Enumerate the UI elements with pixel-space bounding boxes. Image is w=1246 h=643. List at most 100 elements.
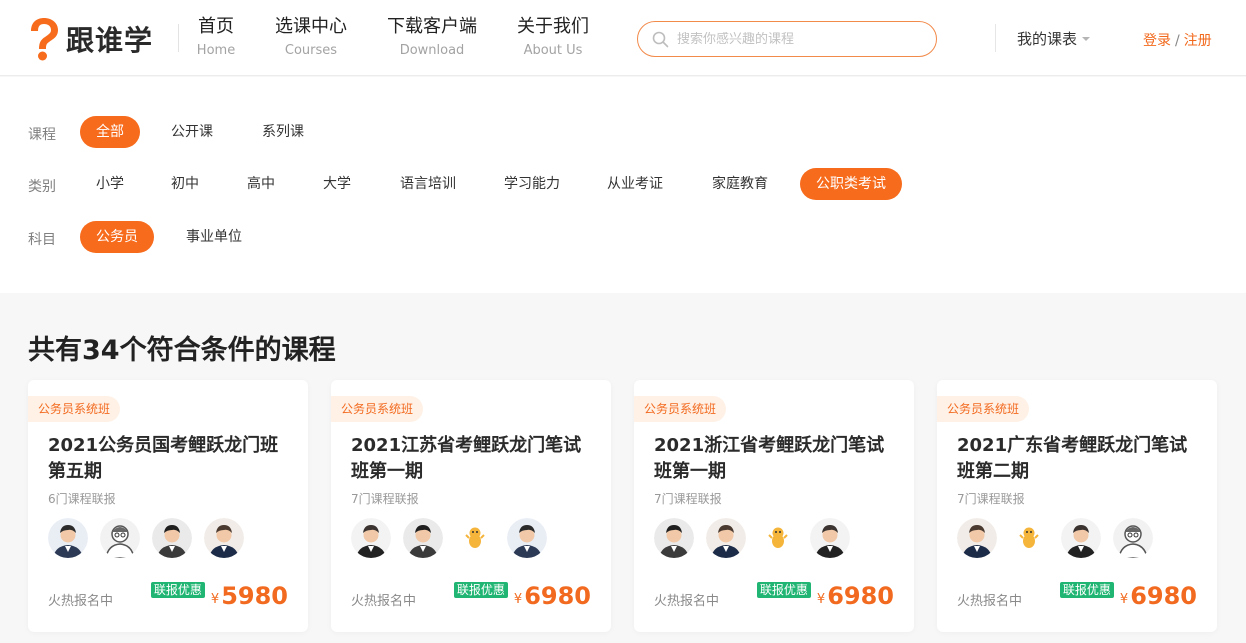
filter-option-civil-servant[interactable]: 公务员 <box>80 221 154 253</box>
filter-option-junior[interactable]: 初中 <box>155 168 215 200</box>
results-count-heading: 共有34个符合条件的课程 <box>28 328 336 367</box>
filter-option-senior[interactable]: 高中 <box>231 168 291 200</box>
filter-label: 类别 <box>28 176 56 196</box>
filter-option-university[interactable]: 大学 <box>307 168 367 200</box>
mascot-avatar[interactable] <box>455 518 495 558</box>
teacher-avatars <box>654 518 862 560</box>
search-input[interactable] <box>677 32 917 47</box>
header-divider <box>995 24 996 52</box>
teacher-avatars <box>48 518 256 560</box>
teacher-sketch-avatar[interactable] <box>100 518 140 558</box>
teacher-avatar[interactable] <box>152 518 192 558</box>
teacher-avatar[interactable] <box>507 518 547 558</box>
price-block: 联报优惠 ¥6980 <box>454 582 591 610</box>
filter-label: 课程 <box>28 124 56 144</box>
nav-label-cn: 下载客户端 <box>372 16 492 38</box>
teacher-avatar[interactable] <box>957 518 997 558</box>
course-card[interactable]: 公务员系统班 2021浙江省考鲤跃龙门笔试班第一期 7门课程联报火热报名中 联报优惠 ¥… <box>634 380 914 632</box>
filter-row-course: 课程 全部 公开课 系列课 <box>0 116 1246 150</box>
price-block: 联报优惠 ¥5980 <box>151 582 288 610</box>
search-icon[interactable] <box>652 31 669 48</box>
teacher-avatar[interactable] <box>654 518 694 558</box>
currency-symbol: ¥ <box>1120 592 1128 607</box>
my-schedule-dropdown[interactable]: 我的课表 <box>1017 28 1090 49</box>
teacher-avatar[interactable] <box>810 518 850 558</box>
course-price: 5980 <box>221 582 288 610</box>
teacher-avatars <box>351 518 559 560</box>
bundle-discount-badge: 联报优惠 <box>151 582 205 598</box>
bundle-discount-badge: 联报优惠 <box>454 582 508 598</box>
course-subtitle: 7门课程联报 <box>654 490 722 507</box>
filter-option-family[interactable]: 家庭教育 <box>696 168 784 200</box>
course-price: 6980 <box>1130 582 1197 610</box>
course-subtitle: 7门课程联报 <box>957 490 1025 507</box>
register-link[interactable]: 注册 <box>1184 33 1212 49</box>
nav-label-cn: 关于我们 <box>493 16 613 38</box>
course-price: 6980 <box>827 582 894 610</box>
course-tag: 公务员系统班 <box>937 396 1029 422</box>
currency-symbol: ¥ <box>211 592 219 607</box>
login-link[interactable]: 登录 <box>1143 33 1171 49</box>
course-subtitle: 6门课程联报 <box>48 490 116 507</box>
question-mark-logo-icon <box>26 17 62 61</box>
filter-option-certification[interactable]: 从业考证 <box>591 168 679 200</box>
filter-option-learning[interactable]: 学习能力 <box>488 168 576 200</box>
nav-label-cn: 选课中心 <box>251 16 371 38</box>
top-header: 跟谁学 首页 Home 选课中心 Courses 下载客户端 Download … <box>0 0 1246 76</box>
my-schedule-label: 我的课表 <box>1017 28 1077 49</box>
course-price: 6980 <box>524 582 591 610</box>
filter-option-all[interactable]: 全部 <box>80 116 140 148</box>
filter-option-series[interactable]: 系列课 <box>246 116 320 148</box>
nav-download[interactable]: 下载客户端 Download <box>372 16 492 61</box>
enrollment-status: 火热报名中 <box>48 590 113 609</box>
site-logo[interactable]: 跟谁学 <box>26 17 153 61</box>
course-card[interactable]: 公务员系统班 2021江苏省考鲤跃龙门笔试班第一期 7门课程联报火热报名中 联报优惠 ¥… <box>331 380 611 632</box>
teacher-avatar[interactable] <box>351 518 391 558</box>
teacher-avatar[interactable] <box>706 518 746 558</box>
teacher-avatar[interactable] <box>204 518 244 558</box>
course-title[interactable]: 2021广东省考鲤跃龙门笔试班第二期 <box>957 433 1202 485</box>
filter-option-civil-exam[interactable]: 公职类考试 <box>800 168 902 200</box>
filter-row-subject: 科目 公务员 事业单位 <box>0 221 1246 255</box>
course-card[interactable]: 公务员系统班 2021广东省考鲤跃龙门笔试班第二期 7门课程联报火热报名中 联报优惠¥… <box>937 380 1217 632</box>
price-block: 联报优惠 ¥6980 <box>757 582 894 610</box>
course-title[interactable]: 2021浙江省考鲤跃龙门笔试班第一期 <box>654 433 899 485</box>
nav-label-en: About Us <box>493 41 613 61</box>
course-tag: 公务员系统班 <box>28 396 120 422</box>
mascot-avatar[interactable] <box>1009 518 1049 558</box>
currency-symbol: ¥ <box>817 592 825 607</box>
caret-down-icon <box>1082 37 1090 41</box>
mascot-avatar[interactable] <box>758 518 798 558</box>
filter-panel: 课程 全部 公开课 系列课 类别 小学 初中 高中 大学 语言培训 学习能力 从… <box>0 77 1246 293</box>
teacher-avatar[interactable] <box>48 518 88 558</box>
filter-label: 科目 <box>28 229 56 249</box>
enrollment-status: 火热报名中 <box>957 590 1022 609</box>
nav-about[interactable]: 关于我们 About Us <box>493 16 613 61</box>
course-tag: 公务员系统班 <box>331 396 423 422</box>
teacher-sketch-avatar[interactable] <box>1113 518 1153 558</box>
teacher-avatar[interactable] <box>1061 518 1101 558</box>
nav-label-en: Courses <box>251 41 371 61</box>
teacher-avatars <box>957 518 1165 560</box>
course-card[interactable]: 公务员系统班 2021公务员国考鲤跃龙门班第五期 6门课程联报火热报名中 联报优惠 ¥5… <box>28 380 308 632</box>
nav-courses[interactable]: 选课中心 Courses <box>251 16 371 61</box>
search-box[interactable] <box>637 21 937 57</box>
enrollment-status: 火热报名中 <box>351 590 416 609</box>
course-title[interactable]: 2021公务员国考鲤跃龙门班第五期 <box>48 433 293 485</box>
filter-option-public[interactable]: 公开课 <box>155 116 229 148</box>
price-block: 联报优惠¥6980 <box>1060 582 1197 610</box>
course-tag: 公务员系统班 <box>634 396 726 422</box>
bundle-discount-badge: 联报优惠 <box>757 582 811 598</box>
course-subtitle: 7门课程联报 <box>351 490 419 507</box>
filter-row-category: 类别 小学 初中 高中 大学 语言培训 学习能力 从业考证 家庭教育 公职类考试 <box>0 168 1246 202</box>
currency-symbol: ¥ <box>514 592 522 607</box>
filter-option-primary[interactable]: 小学 <box>80 168 140 200</box>
enrollment-status: 火热报名中 <box>654 590 719 609</box>
filter-option-language[interactable]: 语言培训 <box>384 168 472 200</box>
filter-option-public-institution[interactable]: 事业单位 <box>170 221 258 253</box>
auth-links: 登录/注册 <box>1143 30 1212 50</box>
logo-text: 跟谁学 <box>66 19 153 59</box>
course-title[interactable]: 2021江苏省考鲤跃龙门笔试班第一期 <box>351 433 596 485</box>
teacher-avatar[interactable] <box>403 518 443 558</box>
nav-label-en: Download <box>372 41 492 61</box>
